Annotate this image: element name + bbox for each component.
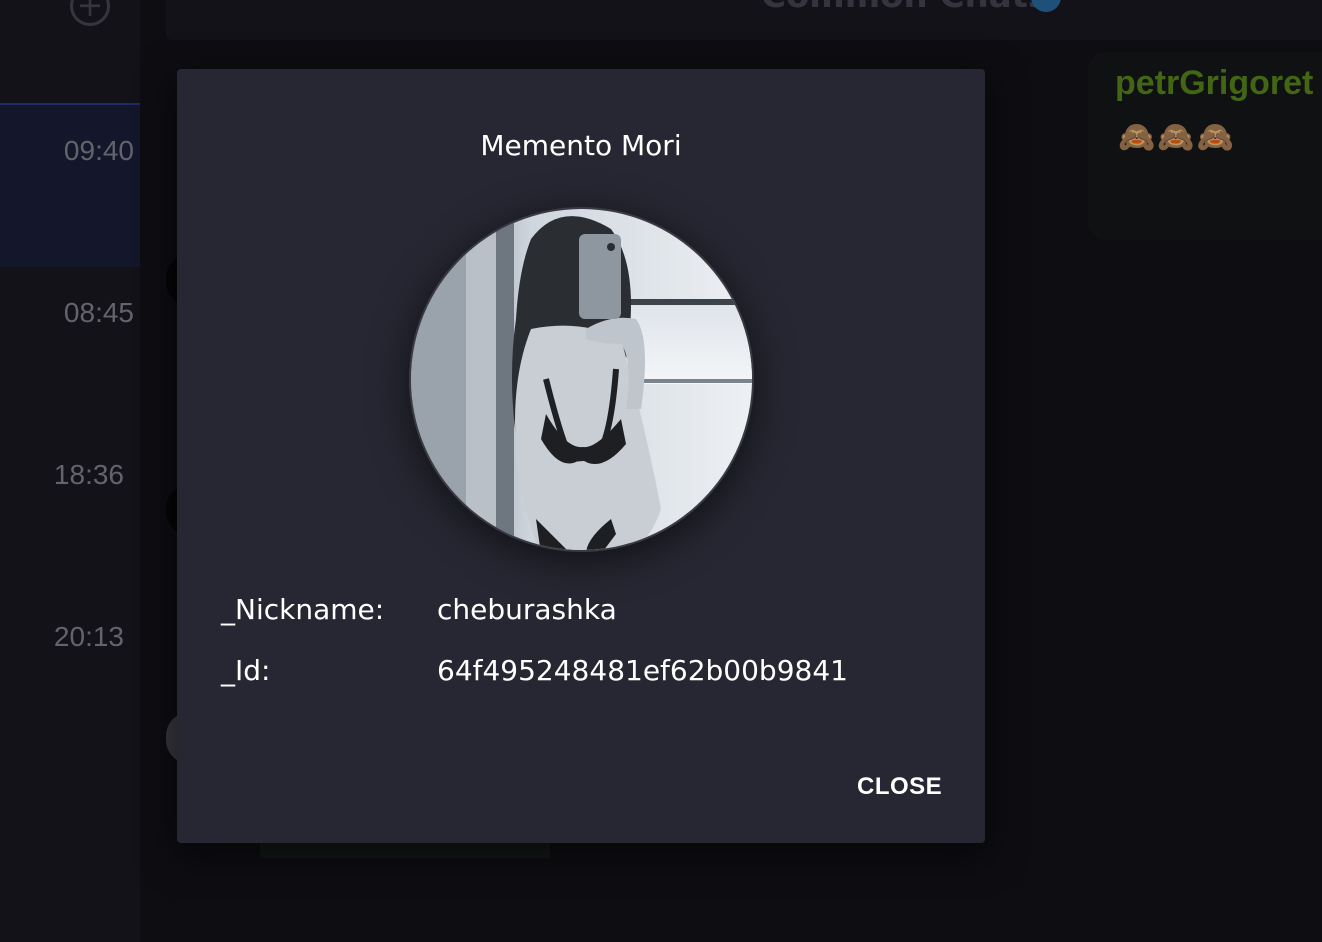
close-button[interactable]: CLOSE [845,765,954,809]
user-info-dialog: Memento Mori _Nickname: cheburashka _Id:… [177,69,985,843]
id-label: _Id: [221,654,271,687]
nickname-value: cheburashka [437,593,617,626]
avatar-photo [411,209,752,550]
dialog-title: Memento Mori [480,129,682,162]
user-avatar [409,207,754,552]
id-value: 64f495248481ef62b00b9841 [437,654,848,687]
nickname-label: _Nickname: [221,593,385,626]
